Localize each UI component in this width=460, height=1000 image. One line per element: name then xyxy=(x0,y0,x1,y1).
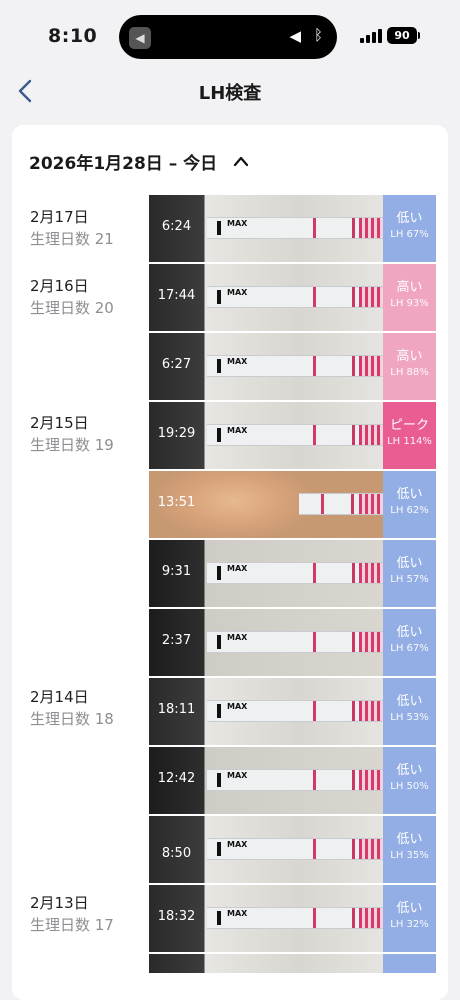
lh-percent: LH 50% xyxy=(390,781,429,792)
test-time: 19:29 xyxy=(157,426,196,441)
lh-percent: LH 32% xyxy=(390,919,429,930)
day-cycle: 生理日数 20 xyxy=(30,299,114,317)
day-cycle: 生理日数 17 xyxy=(30,916,114,934)
test-row[interactable]: MAX 17:44 高い LH 93% xyxy=(149,264,436,332)
test-row[interactable]: MAX 18:32 低い LH 32% xyxy=(149,885,436,953)
lh-level-badge: 低い LH 57% xyxy=(383,540,436,607)
lh-level-badge: 低い LH 50% xyxy=(383,747,436,814)
lh-level-badge: ピーク LH 114% xyxy=(383,402,436,469)
test-row[interactable]: MAX 6:24 低い LH 67% xyxy=(149,195,436,263)
day-cycle: 生理日数 21 xyxy=(30,230,114,248)
lh-level-badge: 高い LH 88% xyxy=(383,333,436,400)
test-strip: MAX xyxy=(207,424,383,446)
test-row[interactable]: MAX 2:37 低い LH 67% xyxy=(149,609,436,677)
lh-level-badge: 低い LH 62% xyxy=(383,471,436,538)
day-date: 2月15日 xyxy=(30,414,89,432)
lh-percent: LH 53% xyxy=(390,712,429,723)
test-row[interactable]: MAX 8:50 低い LH 35% xyxy=(149,816,436,884)
day-date: 2月13日 xyxy=(30,894,89,912)
test-strip: MAX xyxy=(207,631,383,653)
signal-icon xyxy=(360,29,382,43)
test-time: 18:32 xyxy=(157,909,196,924)
day-label: 2月17日 生理日数 21 xyxy=(30,207,150,250)
date-range-toggle[interactable]: 2026年1月28日 – 今日 xyxy=(29,149,249,174)
day-label: 2月16日 生理日数 20 xyxy=(30,276,150,319)
test-strip xyxy=(299,493,383,515)
lh-test-card: 2026年1月28日 – 今日 2月17日 生理日数 21 2月16日 生理日数… xyxy=(12,125,448,1000)
lh-level: 低い xyxy=(396,625,423,640)
lh-percent: LH 67% xyxy=(390,643,429,654)
lh-level: 低い xyxy=(396,556,423,571)
lh-level-badge: 低い LH 32% xyxy=(383,885,436,952)
lh-level: 低い xyxy=(396,211,423,226)
day-label: 2月14日 生理日数 18 xyxy=(30,687,150,730)
lh-level-badge xyxy=(383,954,436,973)
lh-percent: LH 35% xyxy=(390,850,429,861)
lh-level-badge: 低い LH 35% xyxy=(383,816,436,883)
lh-level-badge: 低い LH 67% xyxy=(383,609,436,676)
lh-level: 低い xyxy=(396,694,423,709)
lh-level: 低い xyxy=(396,763,423,778)
test-time: 6:24 xyxy=(161,219,192,234)
lh-level: 高い xyxy=(396,280,423,295)
test-strip: MAX xyxy=(207,355,383,377)
lh-level: ピーク xyxy=(389,418,429,433)
day-date: 2月17日 xyxy=(30,208,89,226)
day-cycle: 生理日数 19 xyxy=(30,436,114,454)
test-row[interactable]: MAX 9:31 低い LH 57% xyxy=(149,540,436,608)
lh-percent: LH 62% xyxy=(390,505,429,516)
test-strip: MAX xyxy=(207,217,383,239)
test-strip: MAX xyxy=(207,286,383,308)
battery-tip xyxy=(418,32,420,39)
test-row[interactable]: MAX 18:11 低い LH 53% xyxy=(149,678,436,746)
dynamic-island: ◀ ◀ ᛒ xyxy=(119,15,337,59)
day-cycle: 生理日数 18 xyxy=(30,710,114,728)
lh-percent: LH 93% xyxy=(390,298,429,309)
lh-level: 高い xyxy=(396,349,423,364)
lh-level-badge: 低い LH 67% xyxy=(383,195,436,262)
day-label: 2月15日 生理日数 19 xyxy=(30,413,150,456)
status-bar: 8:10 ◀ ◀ ᛒ 90 xyxy=(0,0,460,72)
test-time: 2:37 xyxy=(161,633,192,648)
lh-level: 低い xyxy=(396,901,423,916)
test-row[interactable] xyxy=(149,954,436,974)
lh-percent: LH 114% xyxy=(387,436,432,447)
test-time: 9:31 xyxy=(161,564,192,579)
mute-icon: ◀ xyxy=(129,27,151,49)
chevron-up-icon xyxy=(234,156,249,167)
lh-percent: LH 57% xyxy=(390,574,429,585)
day-date: 2月14日 xyxy=(30,688,89,706)
lh-level-badge: 低い LH 53% xyxy=(383,678,436,745)
lh-level: 低い xyxy=(396,487,423,502)
test-row[interactable]: MAX 12:42 低い LH 50% xyxy=(149,747,436,815)
test-row[interactable]: MAX 6:27 高い LH 88% xyxy=(149,333,436,401)
test-row[interactable]: MAX 19:29 ピーク LH 114% xyxy=(149,402,436,470)
day-date: 2月16日 xyxy=(30,277,89,295)
test-time: 17:44 xyxy=(157,288,196,303)
bluetooth-icon: ᛒ xyxy=(313,26,323,44)
speaker-icon: ◀ xyxy=(289,27,301,45)
lh-level: 低い xyxy=(396,832,423,847)
test-strip: MAX xyxy=(207,700,383,722)
test-row[interactable]: 13:51 低い LH 62% xyxy=(149,471,436,539)
test-strip-photo xyxy=(149,954,383,973)
test-strip: MAX xyxy=(207,907,383,929)
lh-level-badge: 高い LH 93% xyxy=(383,264,436,331)
date-range-label: 2026年1月28日 – 今日 xyxy=(29,153,218,174)
lh-percent: LH 67% xyxy=(390,229,429,240)
test-strip: MAX xyxy=(207,562,383,584)
page-title: LH検査 xyxy=(198,83,262,104)
status-time: 8:10 xyxy=(48,25,98,47)
lh-percent: LH 88% xyxy=(390,367,429,378)
test-time: 13:51 xyxy=(157,495,196,510)
test-time: 12:42 xyxy=(157,771,196,786)
test-strip: MAX xyxy=(207,838,383,860)
test-time: 18:11 xyxy=(157,702,196,717)
test-time: 6:27 xyxy=(161,357,192,372)
test-strip: MAX xyxy=(207,769,383,791)
battery-icon: 90 xyxy=(387,27,417,44)
day-label: 2月13日 生理日数 17 xyxy=(30,893,150,936)
test-time: 8:50 xyxy=(161,846,192,861)
nav-bar: LH検査 xyxy=(0,72,460,112)
